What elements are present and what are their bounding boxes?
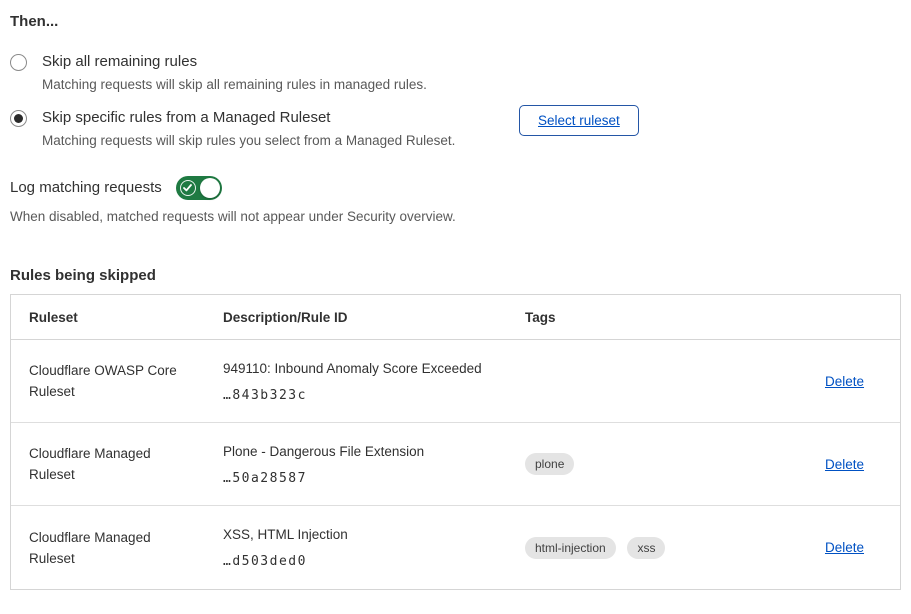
- radio-option-description: Matching requests will skip all remainin…: [42, 76, 504, 94]
- action-radio-group: Skip all remaining rules Matching reques…: [10, 52, 901, 150]
- table-row: Cloudflare Managed Ruleset Plone - Dange…: [11, 423, 900, 506]
- ruleset-cell: Cloudflare Managed Ruleset: [11, 423, 223, 506]
- tag-pill: xss: [627, 537, 665, 559]
- radio-option-label[interactable]: Skip all remaining rules: [42, 52, 504, 72]
- column-header-ruleset: Ruleset: [11, 295, 223, 340]
- column-header-description-rule-id: Description/Rule ID: [223, 295, 525, 340]
- radio-button-selected[interactable]: [10, 110, 27, 127]
- check-icon: [180, 180, 196, 196]
- radio-text-block: Skip specific rules from a Managed Rules…: [42, 108, 504, 150]
- option-skip-all-remaining-rules: Skip all remaining rules Matching reques…: [10, 52, 901, 94]
- rule-description: 949110: Inbound Anomaly Score Exceeded: [223, 360, 525, 378]
- skip-rule-configuration-panel: Then... Skip all remaining rules Matchin…: [0, 0, 911, 590]
- log-toggle-label: Log matching requests: [10, 178, 162, 198]
- delete-link[interactable]: Delete: [825, 540, 864, 555]
- delete-link[interactable]: Delete: [825, 374, 864, 389]
- rules-being-skipped-heading: Rules being skipped: [10, 266, 901, 286]
- rule-id: …50a28587: [223, 471, 525, 486]
- column-header-actions: [789, 295, 900, 340]
- delete-cell: Delete: [789, 340, 900, 423]
- table-row: Cloudflare OWASP Core Ruleset 949110: In…: [11, 340, 900, 423]
- delete-cell: Delete: [789, 506, 900, 589]
- rule-description: XSS, HTML Injection: [223, 526, 525, 544]
- radio-text-block: Skip all remaining rules Matching reques…: [42, 52, 504, 94]
- rule-id: …843b323c: [223, 388, 525, 403]
- tags-cell: plone: [525, 423, 789, 506]
- table-header-row: Ruleset Description/Rule ID Tags: [11, 295, 900, 340]
- tag-pill: html-injection: [525, 537, 616, 559]
- then-heading: Then...: [10, 12, 901, 32]
- log-matching-requests-row: Log matching requests: [10, 176, 901, 200]
- description-cell: Plone - Dangerous File Extension …50a285…: [223, 423, 525, 506]
- radio-option-label[interactable]: Skip specific rules from a Managed Rules…: [42, 108, 504, 128]
- description-cell: XSS, HTML Injection …d503ded0: [223, 506, 525, 589]
- rules-being-skipped-table: Ruleset Description/Rule ID Tags Cloudfl…: [10, 294, 901, 590]
- option-skip-specific-rules: Skip specific rules from a Managed Rules…: [10, 108, 901, 150]
- ruleset-cell: Cloudflare Managed Ruleset: [11, 506, 223, 589]
- toggle-knob[interactable]: [200, 178, 220, 198]
- radio-option-description: Matching requests will skip rules you se…: [42, 132, 504, 150]
- description-cell: 949110: Inbound Anomaly Score Exceeded ……: [223, 340, 525, 423]
- radio-button-unselected[interactable]: [10, 54, 27, 71]
- delete-cell: Delete: [789, 423, 900, 506]
- log-requests-toggle[interactable]: [176, 176, 222, 200]
- tags-cell: [525, 340, 789, 423]
- log-toggle-description: When disabled, matched requests will not…: [10, 208, 901, 226]
- table-row: Cloudflare Managed Ruleset XSS, HTML Inj…: [11, 506, 900, 589]
- tags-cell: html-injection xss: [525, 506, 789, 589]
- delete-link[interactable]: Delete: [825, 457, 864, 472]
- rule-id: …d503ded0: [223, 554, 525, 569]
- select-ruleset-button[interactable]: Select ruleset: [519, 105, 639, 136]
- tag-pill: plone: [525, 453, 574, 475]
- column-header-tags: Tags: [525, 295, 789, 340]
- rule-description: Plone - Dangerous File Extension: [223, 443, 525, 461]
- ruleset-cell: Cloudflare OWASP Core Ruleset: [11, 340, 223, 423]
